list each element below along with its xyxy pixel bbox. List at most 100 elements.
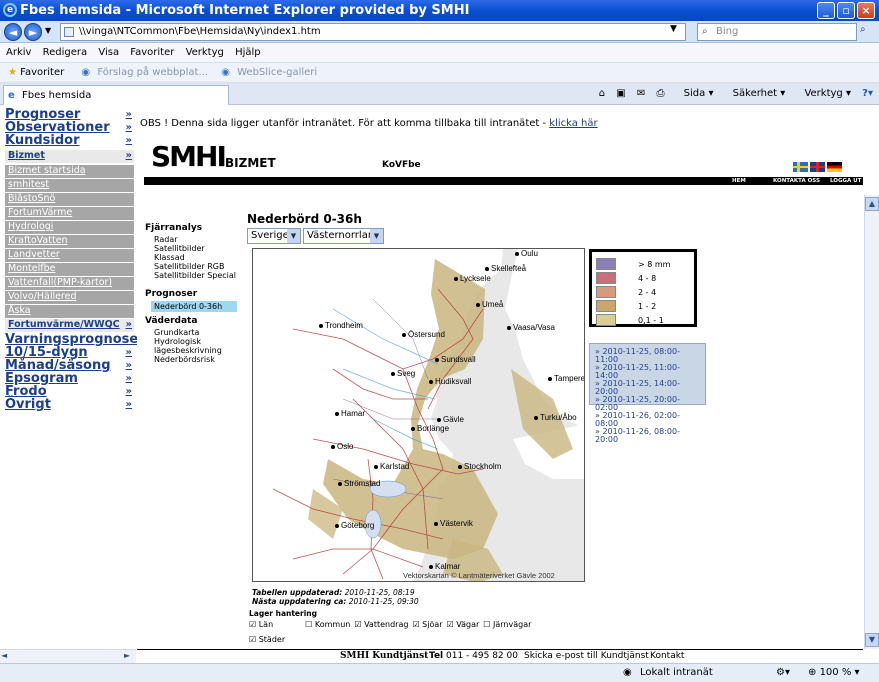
sidebar-subitem[interactable]: Montelfbe [5, 263, 134, 276]
swedish-flag-icon[interactable] [793, 162, 808, 172]
cmd-sakerhet[interactable]: Säkerhet ▾ [725, 88, 786, 99]
sidebar-subitem[interactable]: Hydrologi [5, 221, 134, 234]
forward-button[interactable]: ► [24, 23, 42, 41]
zone-icon: ◉ [623, 667, 632, 678]
layer-vattendrag-checkbox[interactable]: ☑ Vattendrag [354, 620, 408, 629]
vaderdata-list: Grundkarta Hydrologisk lägesbeskrivning … [154, 328, 222, 364]
zoom-level[interactable]: ⊕ 100 % ▾ [808, 664, 860, 682]
scroll-up-icon[interactable]: ▲ [865, 197, 879, 211]
sidebar-subitem[interactable]: Bizmet startsida [5, 165, 134, 178]
suggested-sites-link[interactable]: Förslag på webbplat... [97, 67, 208, 78]
uk-flag-icon[interactable] [810, 162, 825, 172]
period-link[interactable]: » 2010-11-26, 08:00-20:00 [595, 428, 700, 444]
layer-vagar-checkbox[interactable]: ☑ Vägar [447, 620, 480, 629]
period-link[interactable]: » 2010-11-25, 14:00-20:00 [595, 380, 700, 396]
sidebar-item-ovrigt[interactable]: Övrigt» [5, 398, 134, 411]
city-label: Borlänge [417, 424, 450, 433]
address-field[interactable]: \\vinga\NTCommon\Fbe\Hemsida\Ny\index1.h… [60, 23, 686, 41]
sidebar-subitem[interactable]: Vattenfall(PMP-kartor) [5, 277, 134, 290]
period-link[interactable]: » 2010-11-26, 02:00-08:00 [595, 412, 700, 428]
menu-favoriter[interactable]: Favoriter [130, 47, 174, 58]
menu-link-satellitbilder-special[interactable]: Satellitbilder Special [154, 271, 236, 280]
menu-redigera[interactable]: Redigera [43, 47, 88, 58]
favorites-button[interactable]: Favoriter [20, 67, 64, 78]
city-label: Trondheim [325, 321, 363, 330]
intranet-link[interactable]: klicka här [549, 118, 597, 129]
chevron-down-icon: ▼ [370, 229, 383, 243]
home-icon[interactable]: ⌂ [599, 88, 605, 99]
horizontal-scrollbar[interactable]: ◄ ► [0, 649, 136, 663]
footer-tel: Tel 011 - 495 82 00 [429, 651, 518, 661]
layer-lan-checkbox[interactable]: ☑ Län [249, 620, 273, 629]
cmd-sida[interactable]: Sida ▾ [676, 88, 714, 99]
menu-link-radar[interactable]: Radar [154, 235, 236, 244]
menu-link-nederbordsrisk[interactable]: Nederbördsrisk [154, 355, 222, 364]
notice-text: OBS ! Denna sida ligger utanför intranät… [140, 118, 550, 129]
layer-stader-checkbox[interactable]: ☑ Städer [249, 635, 285, 644]
layer-kommun-checkbox[interactable]: ☐ Kommun [305, 620, 350, 629]
period-link[interactable]: » 2010-11-25, 11:00-14:00 [595, 364, 700, 380]
webslice-gallery-link[interactable]: WebSlice-galleri [237, 67, 317, 78]
sidebar-subitem[interactable]: Volvo/Hällered [5, 291, 134, 304]
sidebar-subitem[interactable]: KraftoVatten [5, 235, 134, 248]
cmd-verktyg[interactable]: Verktyg ▾ [796, 88, 851, 99]
sidebar-subitem[interactable]: smhitest [5, 179, 134, 192]
feeds-icon[interactable]: ▣ [616, 88, 625, 99]
menu-verktyg[interactable]: Verktyg [186, 47, 224, 58]
layer-jarnvagar-checkbox[interactable]: ☐ Järnvägar [483, 620, 531, 629]
scroll-down-icon[interactable]: ▼ [865, 633, 879, 647]
minimize-button[interactable]: _ [817, 2, 835, 19]
scroll-right-icon[interactable]: ► [124, 651, 130, 660]
nav-hem[interactable]: HEM [732, 177, 746, 185]
sidebar-item-bizmet[interactable]: Bizmet» [5, 150, 134, 163]
page-icon [64, 27, 74, 37]
period-link[interactable]: » 2010-11-25, 08:00-11:00 [595, 348, 700, 364]
menu-link-lagesbeskrivning[interactable]: lägesbeskrivning [154, 346, 222, 355]
address-dropdown-icon[interactable]: ▼ [670, 24, 677, 34]
menu-link-satellitbilder-rgb[interactable]: Satellitbilder RGB [154, 262, 236, 271]
nav-kontakta-oss[interactable]: KONTAKTA OSS [773, 177, 820, 185]
sidebar-item-kundsidor[interactable]: Kundsidor» [5, 134, 134, 147]
bizmet-logo-text: BIZMET [225, 156, 276, 170]
sidebar-subitem[interactable]: Landvetter [5, 249, 134, 262]
search-input[interactable]: ⌕ Bing [697, 23, 857, 41]
mail-icon[interactable]: ✉ [637, 88, 645, 99]
country-select[interactable]: Sverige ▼ [247, 228, 301, 244]
german-flag-icon[interactable] [827, 162, 842, 172]
footer-contact-link[interactable]: Kontakt [650, 650, 684, 663]
menu-link-satellitbilder[interactable]: Satellitbilder [154, 244, 236, 253]
protected-mode-icon[interactable]: ⚙▾ [776, 664, 790, 682]
sidebar-item-fortum-wwqc[interactable]: Fortumvärme/WWQC» [5, 319, 134, 332]
menu-hjalp[interactable]: Hjälp [235, 47, 261, 58]
vertical-scrollbar[interactable]: ▲ ▼ [864, 195, 879, 649]
print-icon[interactable]: ⎙ [656, 88, 664, 99]
search-go-icon[interactable]: ⌕ [860, 24, 866, 35]
menu-link-grundkarta[interactable]: Grundkarta [154, 328, 222, 337]
menu-arkiv[interactable]: Arkiv [6, 47, 31, 58]
menu-visa[interactable]: Visa [98, 47, 119, 58]
tab-fbes-hemsida[interactable]: e Fbes hemsida [3, 85, 229, 105]
nav-logga-ut[interactable]: LOGGA UT [830, 177, 861, 185]
command-bar: ⌂ ▣ ✉ ⎙ Sida ▾ Säkerhet ▾ Verktyg ▾ ?▾ [591, 86, 873, 102]
help-icon[interactable]: ?▾ [862, 88, 873, 99]
scroll-left-icon[interactable]: ◄ [1, 651, 7, 660]
menu-link-nederbord-active[interactable]: Nederbörd 0-36h [151, 301, 237, 312]
region-select[interactable]: Västernorrland ▼ [303, 228, 384, 244]
period-link[interactable]: » 2010-11-25, 20:00-02:00 [595, 396, 700, 412]
city-label: Turku/Åbo [540, 413, 577, 422]
status-bar: ◉ Lokalt intranät ⚙▾ ⊕ 100 % ▾ [0, 663, 879, 682]
precipitation-map[interactable]: Oulu Skellefteå Lycksele Umeå Trondheim … [252, 248, 585, 582]
customer-code: KoVFbe [382, 160, 421, 170]
sidebar-subitem[interactable]: BlåstoSnö [5, 193, 134, 206]
footer-mail-link[interactable]: Skicka e-post till Kundtjänst [524, 650, 649, 663]
layer-sjoar-checkbox[interactable]: ☑ Sjöar [412, 620, 442, 629]
back-button[interactable]: ◄ [4, 23, 22, 41]
sidebar-subitem[interactable]: Åska [5, 305, 134, 318]
menu-link-klassad[interactable]: Klassad [154, 253, 236, 262]
maximize-button[interactable]: ▫ [837, 2, 855, 19]
history-dropdown-icon[interactable]: ▼ [45, 26, 51, 35]
legend-label: 1 - 2 [638, 302, 657, 311]
sidebar-subitem[interactable]: FortumVärme [5, 207, 134, 220]
close-button[interactable]: × [857, 2, 875, 19]
menu-link-hydrologisk[interactable]: Hydrologisk [154, 337, 222, 346]
